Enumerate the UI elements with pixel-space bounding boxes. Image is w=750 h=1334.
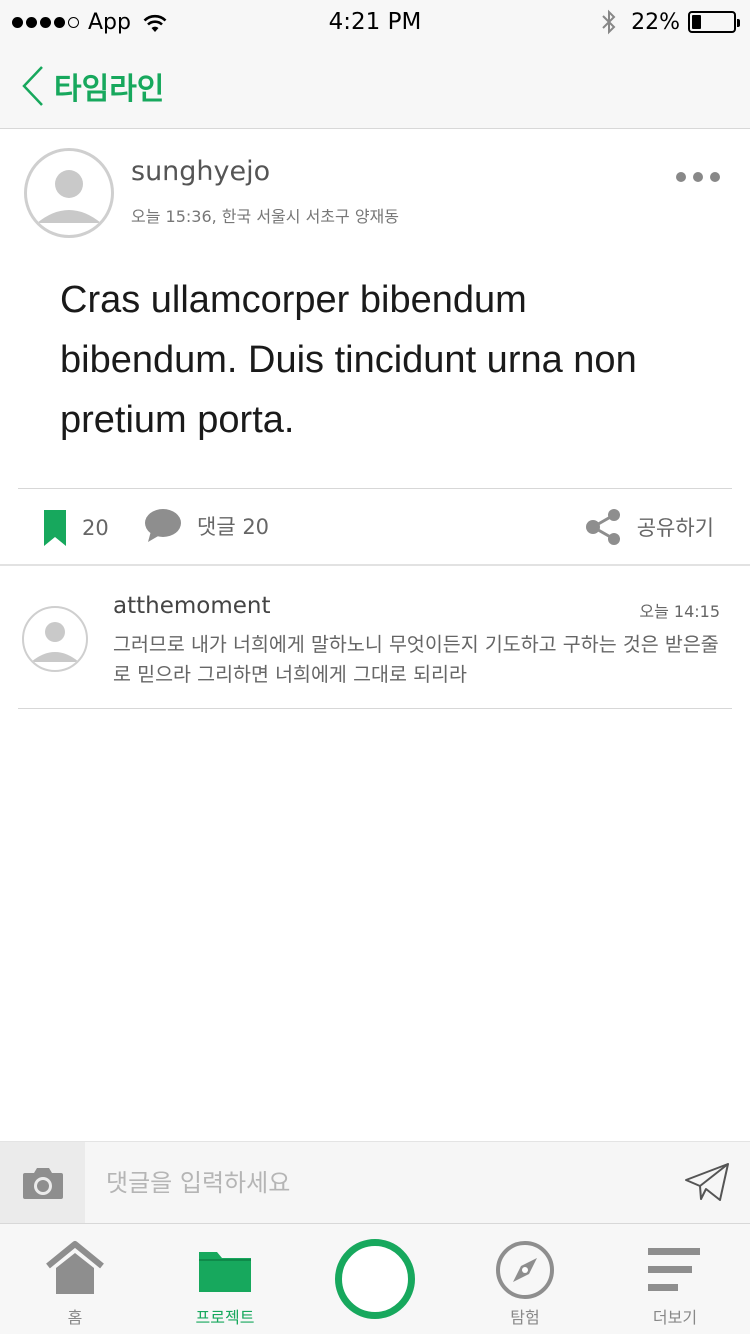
battery-percent: 22% <box>631 9 680 35</box>
bookmark-button[interactable]: 20 <box>44 510 109 546</box>
nav-bar: 타임라인 <box>0 48 750 129</box>
tab-bar: 홈 프로젝트 탐험 더보기 <box>0 1223 750 1334</box>
tab-project-label: 프로젝트 <box>195 1308 255 1327</box>
comment-bubble-icon <box>145 509 181 542</box>
battery-fill <box>692 15 701 29</box>
section-divider <box>0 564 750 566</box>
more-dot-icon <box>693 172 703 182</box>
camera-button[interactable] <box>0 1142 85 1224</box>
comment-avatar[interactable] <box>22 606 88 672</box>
tab-explore[interactable]: 탐험 <box>450 1224 600 1334</box>
share-icon <box>585 509 620 545</box>
comment-text: 그러므로 내가 너희에게 말하노니 무엇이든지 기도하고 구하는 것은 받은줄로… <box>113 633 719 686</box>
tab-more-label: 더보기 <box>652 1308 698 1327</box>
tab-project[interactable]: 프로젝트 <box>150 1224 300 1334</box>
comment-input[interactable] <box>106 1164 646 1202</box>
bluetooth-icon <box>602 9 616 35</box>
share-button[interactable]: 공유하기 <box>585 508 714 546</box>
divider <box>18 708 732 709</box>
paper-plane-icon <box>685 1163 729 1201</box>
home-icon <box>46 1241 104 1294</box>
more-dot-icon <box>676 172 686 182</box>
comment-count-label: 댓글 20 <box>197 515 270 539</box>
bookmark-count: 20 <box>82 516 109 540</box>
comment-time: 오늘 14:15 <box>639 602 720 621</box>
chevron-left-icon <box>22 66 43 106</box>
user-placeholder-icon <box>31 622 79 662</box>
create-button[interactable] <box>335 1239 415 1319</box>
share-label: 공유하기 <box>636 516 714 540</box>
tab-home-label: 홈 <box>67 1308 83 1327</box>
back-button[interactable]: 타임라인 <box>20 64 164 108</box>
compass-icon <box>496 1241 554 1299</box>
post-actions: 20 댓글 20 공유하기 <box>0 490 750 565</box>
camera-icon <box>22 1168 63 1199</box>
menu-lines-icon <box>648 1248 700 1291</box>
send-button[interactable] <box>684 1162 730 1206</box>
tab-more[interactable]: 더보기 <box>600 1224 750 1334</box>
post-username[interactable]: sunghyejo <box>131 156 270 187</box>
post-body: Cras ullamcorper bibendum bibendum. Duis… <box>60 279 637 441</box>
post-meta: 오늘 15:36, 한국 서울시 서초구 양재동 <box>131 207 399 226</box>
page-title: 타임라인 <box>54 72 165 107</box>
folder-icon <box>199 1252 251 1292</box>
avatar[interactable] <box>24 148 114 238</box>
battery-icon <box>688 11 740 33</box>
comment-button[interactable]: 댓글 20 <box>145 509 269 543</box>
tab-home[interactable]: 홈 <box>0 1224 150 1334</box>
more-dot-icon <box>710 172 720 182</box>
bookmark-icon <box>44 510 66 546</box>
more-options-button[interactable] <box>669 172 720 182</box>
tab-explore-label: 탐험 <box>510 1308 540 1327</box>
divider <box>18 488 732 489</box>
user-placeholder-icon <box>37 170 101 223</box>
comment-username[interactable]: atthemoment <box>113 593 271 619</box>
comment-composer <box>0 1141 750 1224</box>
status-right: 22% <box>601 9 740 35</box>
status-bar: App 4:21 PM 22% <box>0 0 750 48</box>
